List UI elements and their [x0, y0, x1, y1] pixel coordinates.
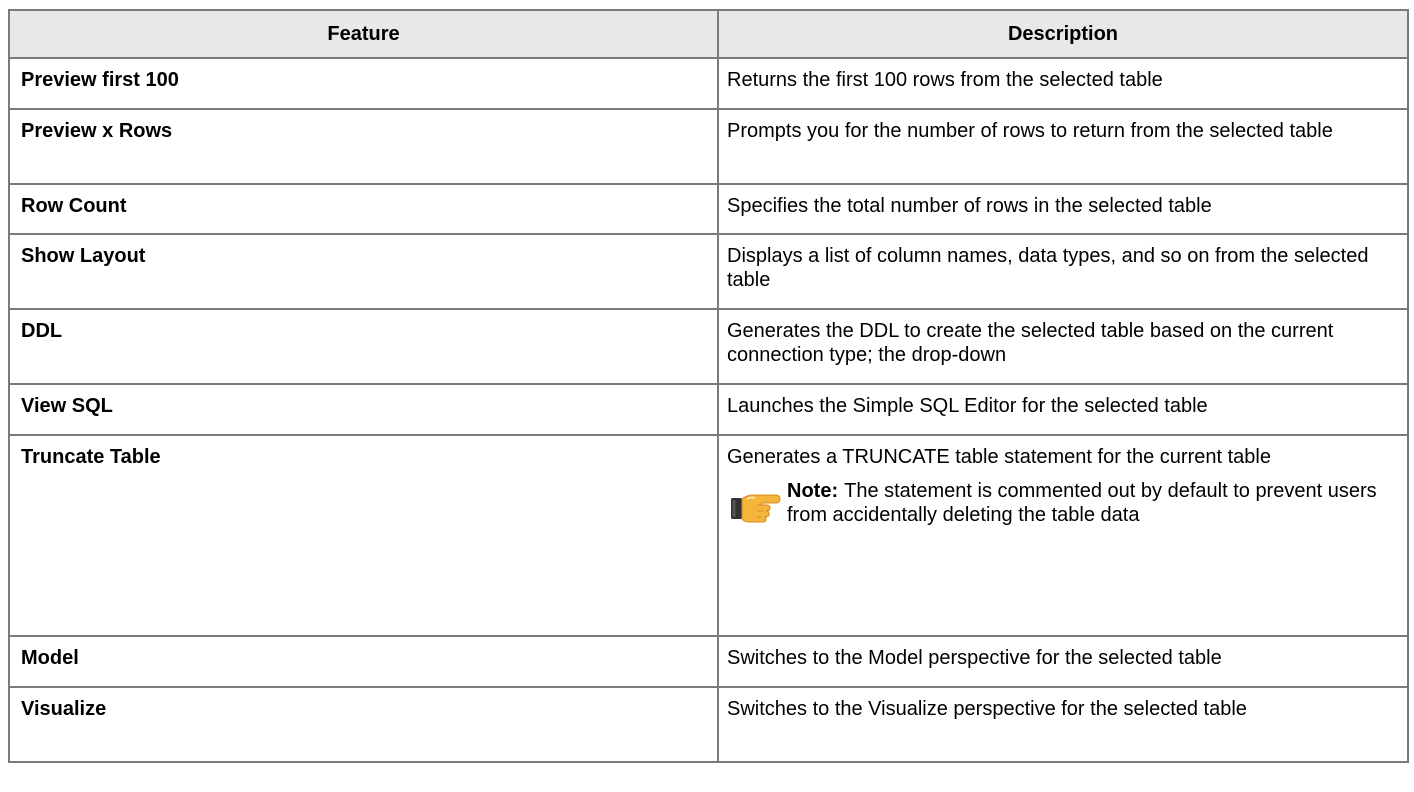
description-cell: Launches the Simple SQL Editor for the s…	[717, 383, 1409, 436]
feature-cell: Show Layout	[8, 233, 719, 310]
table-row: Show Layout Displays a list of column na…	[8, 233, 1409, 310]
table-row: View SQL Launches the Simple SQL Editor …	[8, 383, 1409, 436]
note-label: Note:	[787, 480, 839, 502]
description-cell: Specifies the total number of rows in th…	[717, 183, 1409, 235]
feature-cell: Model	[8, 635, 719, 688]
feature-table: Feature Description Preview first 100 Re…	[8, 9, 1409, 763]
feature-cell: View SQL	[8, 383, 719, 436]
feature-cell: Truncate Table	[8, 434, 719, 637]
note-block: Note: The statement is commented out by d…	[727, 479, 1397, 527]
feature-cell: DDL	[8, 308, 719, 385]
description-cell: Prompts you for the number of rows to re…	[717, 108, 1409, 185]
column-header-feature: Feature	[8, 9, 719, 59]
feature-cell: Visualize	[8, 686, 719, 763]
feature-cell: Row Count	[8, 183, 719, 235]
table-row: DDL Generates the DDL to create the sele…	[8, 308, 1409, 385]
feature-table-container: Feature Description Preview first 100 Re…	[8, 9, 1409, 763]
table-row: Preview first 100 Returns the first 100 …	[8, 57, 1409, 110]
description-cell: Switches to the Model perspective for th…	[717, 635, 1409, 688]
table-row: Model Switches to the Model perspective …	[8, 635, 1409, 688]
description-cell: Generates a TRUNCATE table statement for…	[717, 434, 1409, 637]
description-cell: Generates the DDL to create the selected…	[717, 308, 1409, 385]
description-text: Generates a TRUNCATE table statement for…	[727, 446, 1271, 468]
table-row: Row Count Specifies the total number of …	[8, 183, 1409, 235]
note-text: The statement is commented out by defaul…	[787, 480, 1377, 526]
column-header-description: Description	[717, 9, 1409, 59]
feature-cell: Preview x Rows	[8, 108, 719, 185]
description-cell: Displays a list of column names, data ty…	[717, 233, 1409, 310]
description-cell: Returns the first 100 rows from the sele…	[717, 57, 1409, 110]
table-row: Visualize Switches to the Visualize pers…	[8, 686, 1409, 763]
description-cell: Switches to the Visualize perspective fo…	[717, 686, 1409, 763]
feature-cell: Preview first 100	[8, 57, 719, 110]
note-text-container: Note: The statement is commented out by d…	[787, 479, 1397, 527]
table-row: Preview x Rows Prompts you for the numbe…	[8, 108, 1409, 185]
table-header-row: Feature Description	[8, 9, 1409, 59]
pointing-hand-icon	[727, 484, 783, 524]
table-row: Truncate Table Generates a TRUNCATE tabl…	[8, 434, 1409, 637]
